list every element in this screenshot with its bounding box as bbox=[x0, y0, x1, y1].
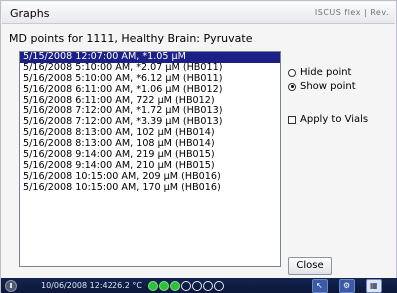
dialog-subtitle: MD points for 1111, Healthy Brain: Pyruv… bbox=[9, 32, 253, 45]
status-indicator-icon bbox=[192, 281, 202, 291]
list-item[interactable]: 5/16/2008 7:12:00 AM, *1.72 µM (HB013) bbox=[20, 106, 280, 117]
status-indicator-icon bbox=[203, 281, 213, 291]
tray-button-settings[interactable]: ⚙ bbox=[339, 279, 355, 293]
brand-logo: ISCUS flex | Rev. bbox=[314, 8, 389, 17]
hide-point-radio[interactable] bbox=[288, 68, 296, 77]
cursor-icon: ↖ bbox=[316, 281, 323, 290]
graphs-dialog: Graphs ISCUS flex | Rev. MD points for 1… bbox=[0, 0, 397, 293]
tray-button-cursor[interactable]: ↖ bbox=[312, 279, 328, 293]
screen-icon: ▦ bbox=[370, 281, 378, 290]
apply-to-vials-checkbox[interactable] bbox=[288, 115, 296, 124]
show-point-radio[interactable] bbox=[288, 82, 296, 91]
apply-to-vials-option[interactable]: Apply to Vials bbox=[288, 114, 368, 125]
list-item[interactable]: 5/16/2008 8:13:00 AM, 102 µM (HB014) bbox=[20, 128, 280, 139]
status-indicator-icon bbox=[170, 281, 180, 291]
hide-point-label: Hide point bbox=[300, 67, 352, 78]
status-indicator-icon bbox=[214, 281, 224, 291]
list-item[interactable]: 5/16/2008 10:15:00 AM, 170 µM (HB016) bbox=[20, 183, 280, 194]
title-bar: Graphs ISCUS flex | Rev. bbox=[2, 2, 395, 24]
list-item[interactable]: 5/16/2008 9:14:00 AM, 210 µM (HB015) bbox=[20, 161, 280, 172]
close-button[interactable]: Close bbox=[288, 257, 332, 275]
taskbar-datetime: 10/06/2008 12:42 bbox=[41, 281, 113, 290]
list-item[interactable]: 5/16/2008 6:11:00 AM, *1.06 µM (HB012) bbox=[20, 85, 280, 96]
tray-button-screen[interactable]: ▦ bbox=[366, 279, 382, 293]
taskbar: 10/06/2008 12:42 26.2 °C ↖ ⚙ ▦ bbox=[1, 278, 397, 293]
list-item[interactable]: 5/16/2008 8:13:00 AM, 108 µM (HB014) bbox=[20, 139, 280, 150]
list-item[interactable]: 5/16/2008 7:12:00 AM, *3.39 µM (HB013) bbox=[20, 117, 280, 128]
show-point-option[interactable]: Show point bbox=[288, 81, 356, 92]
hide-point-option[interactable]: Hide point bbox=[288, 67, 351, 78]
status-indicator-icon bbox=[181, 281, 191, 291]
list-item[interactable]: 5/16/2008 10:15:00 AM, 209 µM (HB016) bbox=[20, 172, 280, 183]
power-icon[interactable] bbox=[5, 280, 17, 292]
status-indicator-icon bbox=[148, 281, 158, 291]
apply-to-vials-label: Apply to Vials bbox=[300, 114, 369, 125]
list-item[interactable]: 5/16/2008 5:10:00 AM, *6.12 µM (HB011) bbox=[20, 74, 280, 85]
taskbar-temperature: 26.2 °C bbox=[112, 281, 142, 290]
list-item[interactable]: 5/16/2008 6:11:00 AM, 722 µM (HB012) bbox=[20, 96, 280, 107]
status-indicator-icon bbox=[159, 281, 169, 291]
md-points-list[interactable]: 5/15/2008 12:07:00 AM, *1.05 µM 5/16/2008… bbox=[19, 51, 281, 267]
window-title: Graphs bbox=[10, 7, 50, 20]
list-item[interactable]: 5/16/2008 9:14:00 AM, 219 µM (HB015) bbox=[20, 150, 280, 161]
list-item[interactable]: 5/15/2008 12:07:00 AM, *1.05 µM bbox=[20, 52, 280, 63]
list-item[interactable]: 5/16/2008 5:10:00 AM, *2.07 µM (HB011) bbox=[20, 63, 280, 74]
status-indicators bbox=[148, 281, 225, 291]
gear-icon: ⚙ bbox=[343, 281, 351, 290]
show-point-label: Show point bbox=[300, 81, 356, 92]
